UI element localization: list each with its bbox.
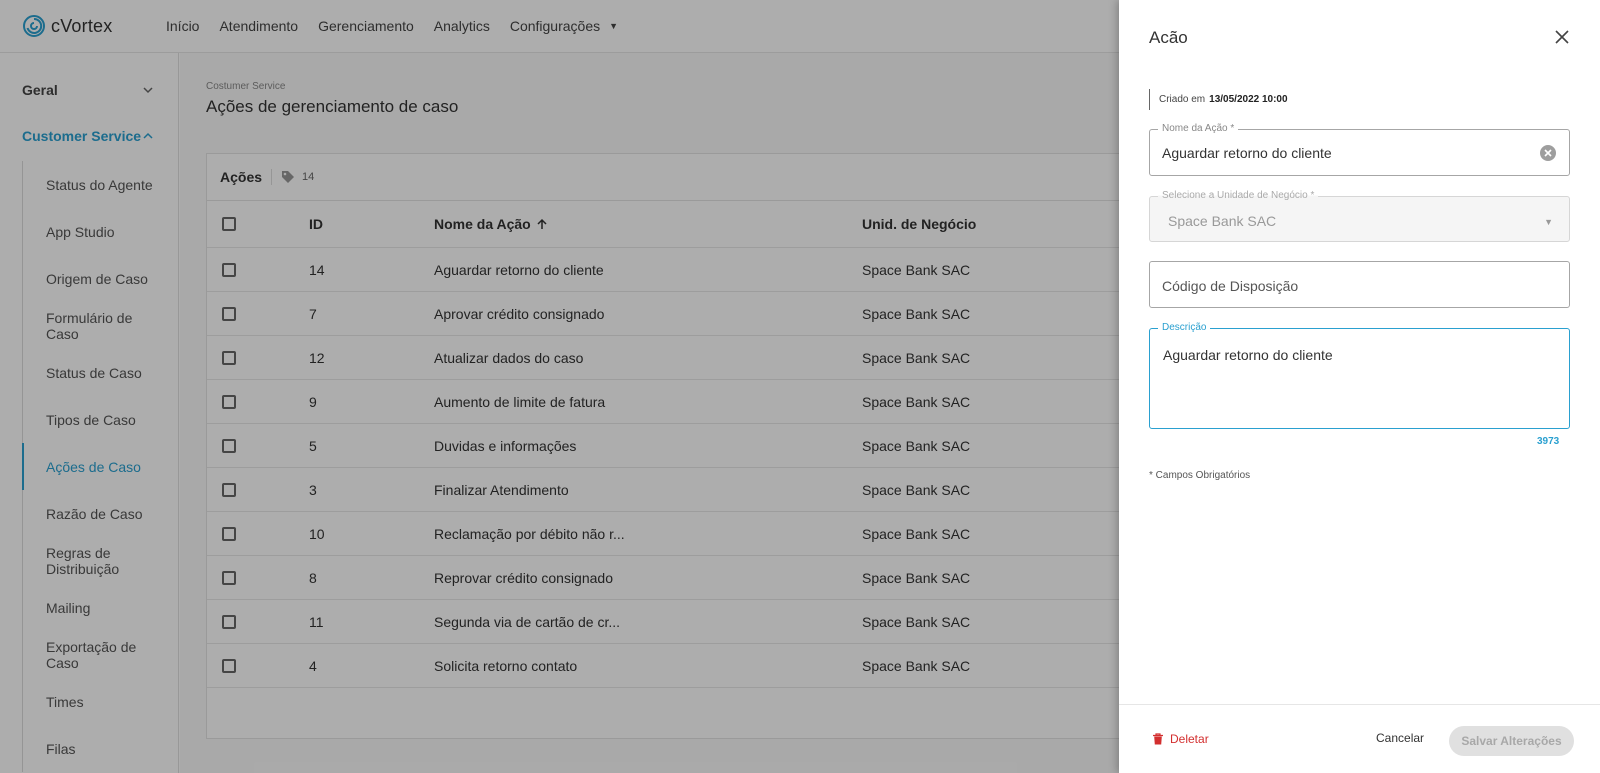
action-name-value: Aguardar retorno do cliente <box>1162 145 1332 161</box>
business-unit-select: Selecione a Unidade de Negócio * Space B… <box>1149 190 1570 242</box>
required-note: * Campos Obrigatórios <box>1149 470 1251 481</box>
business-unit-label: Selecione a Unidade de Negócio * <box>1158 190 1319 201</box>
disposition-code-placeholder: Código de Disposição <box>1162 278 1299 294</box>
business-unit-value: Space Bank SAC <box>1168 213 1277 229</box>
created-info: Criado em 13/05/2022 10:00 <box>1149 89 1288 110</box>
trash-icon <box>1153 733 1163 745</box>
action-drawer: Acão Criado em 13/05/2022 10:00 Nome da … <box>1119 0 1600 773</box>
description-label: Descrição <box>1158 322 1211 333</box>
disposition-code-input[interactable]: Código de Disposição <box>1149 261 1570 308</box>
cancel-button[interactable]: Cancelar <box>1376 731 1424 745</box>
char-counter: 3973 <box>1537 436 1560 447</box>
delete-button[interactable]: Deletar <box>1152 732 1209 746</box>
clear-circle-icon[interactable] <box>1539 144 1557 162</box>
created-value: 13/05/2022 10:00 <box>1209 94 1288 105</box>
created-label: Criado em <box>1159 94 1206 105</box>
drawer-title: Acão <box>1149 28 1188 47</box>
action-name-label: Nome da Ação * <box>1158 123 1239 134</box>
dropdown-arrow-icon: ▼ <box>1544 217 1553 227</box>
drawer-footer: Deletar Cancelar Salvar Alterações <box>1119 704 1600 773</box>
delete-label: Deletar <box>1170 732 1209 746</box>
description-textarea[interactable]: Descrição Aguardar retorno do cliente <box>1149 322 1570 429</box>
action-name-field[interactable]: Nome da Ação * Aguardar retorno do clien… <box>1149 123 1570 176</box>
close-icon[interactable] <box>1553 28 1571 46</box>
modal-backdrop[interactable] <box>0 0 1119 773</box>
description-value: Aguardar retorno do cliente <box>1163 347 1333 363</box>
save-changes-button[interactable]: Salvar Alterações <box>1449 726 1574 756</box>
